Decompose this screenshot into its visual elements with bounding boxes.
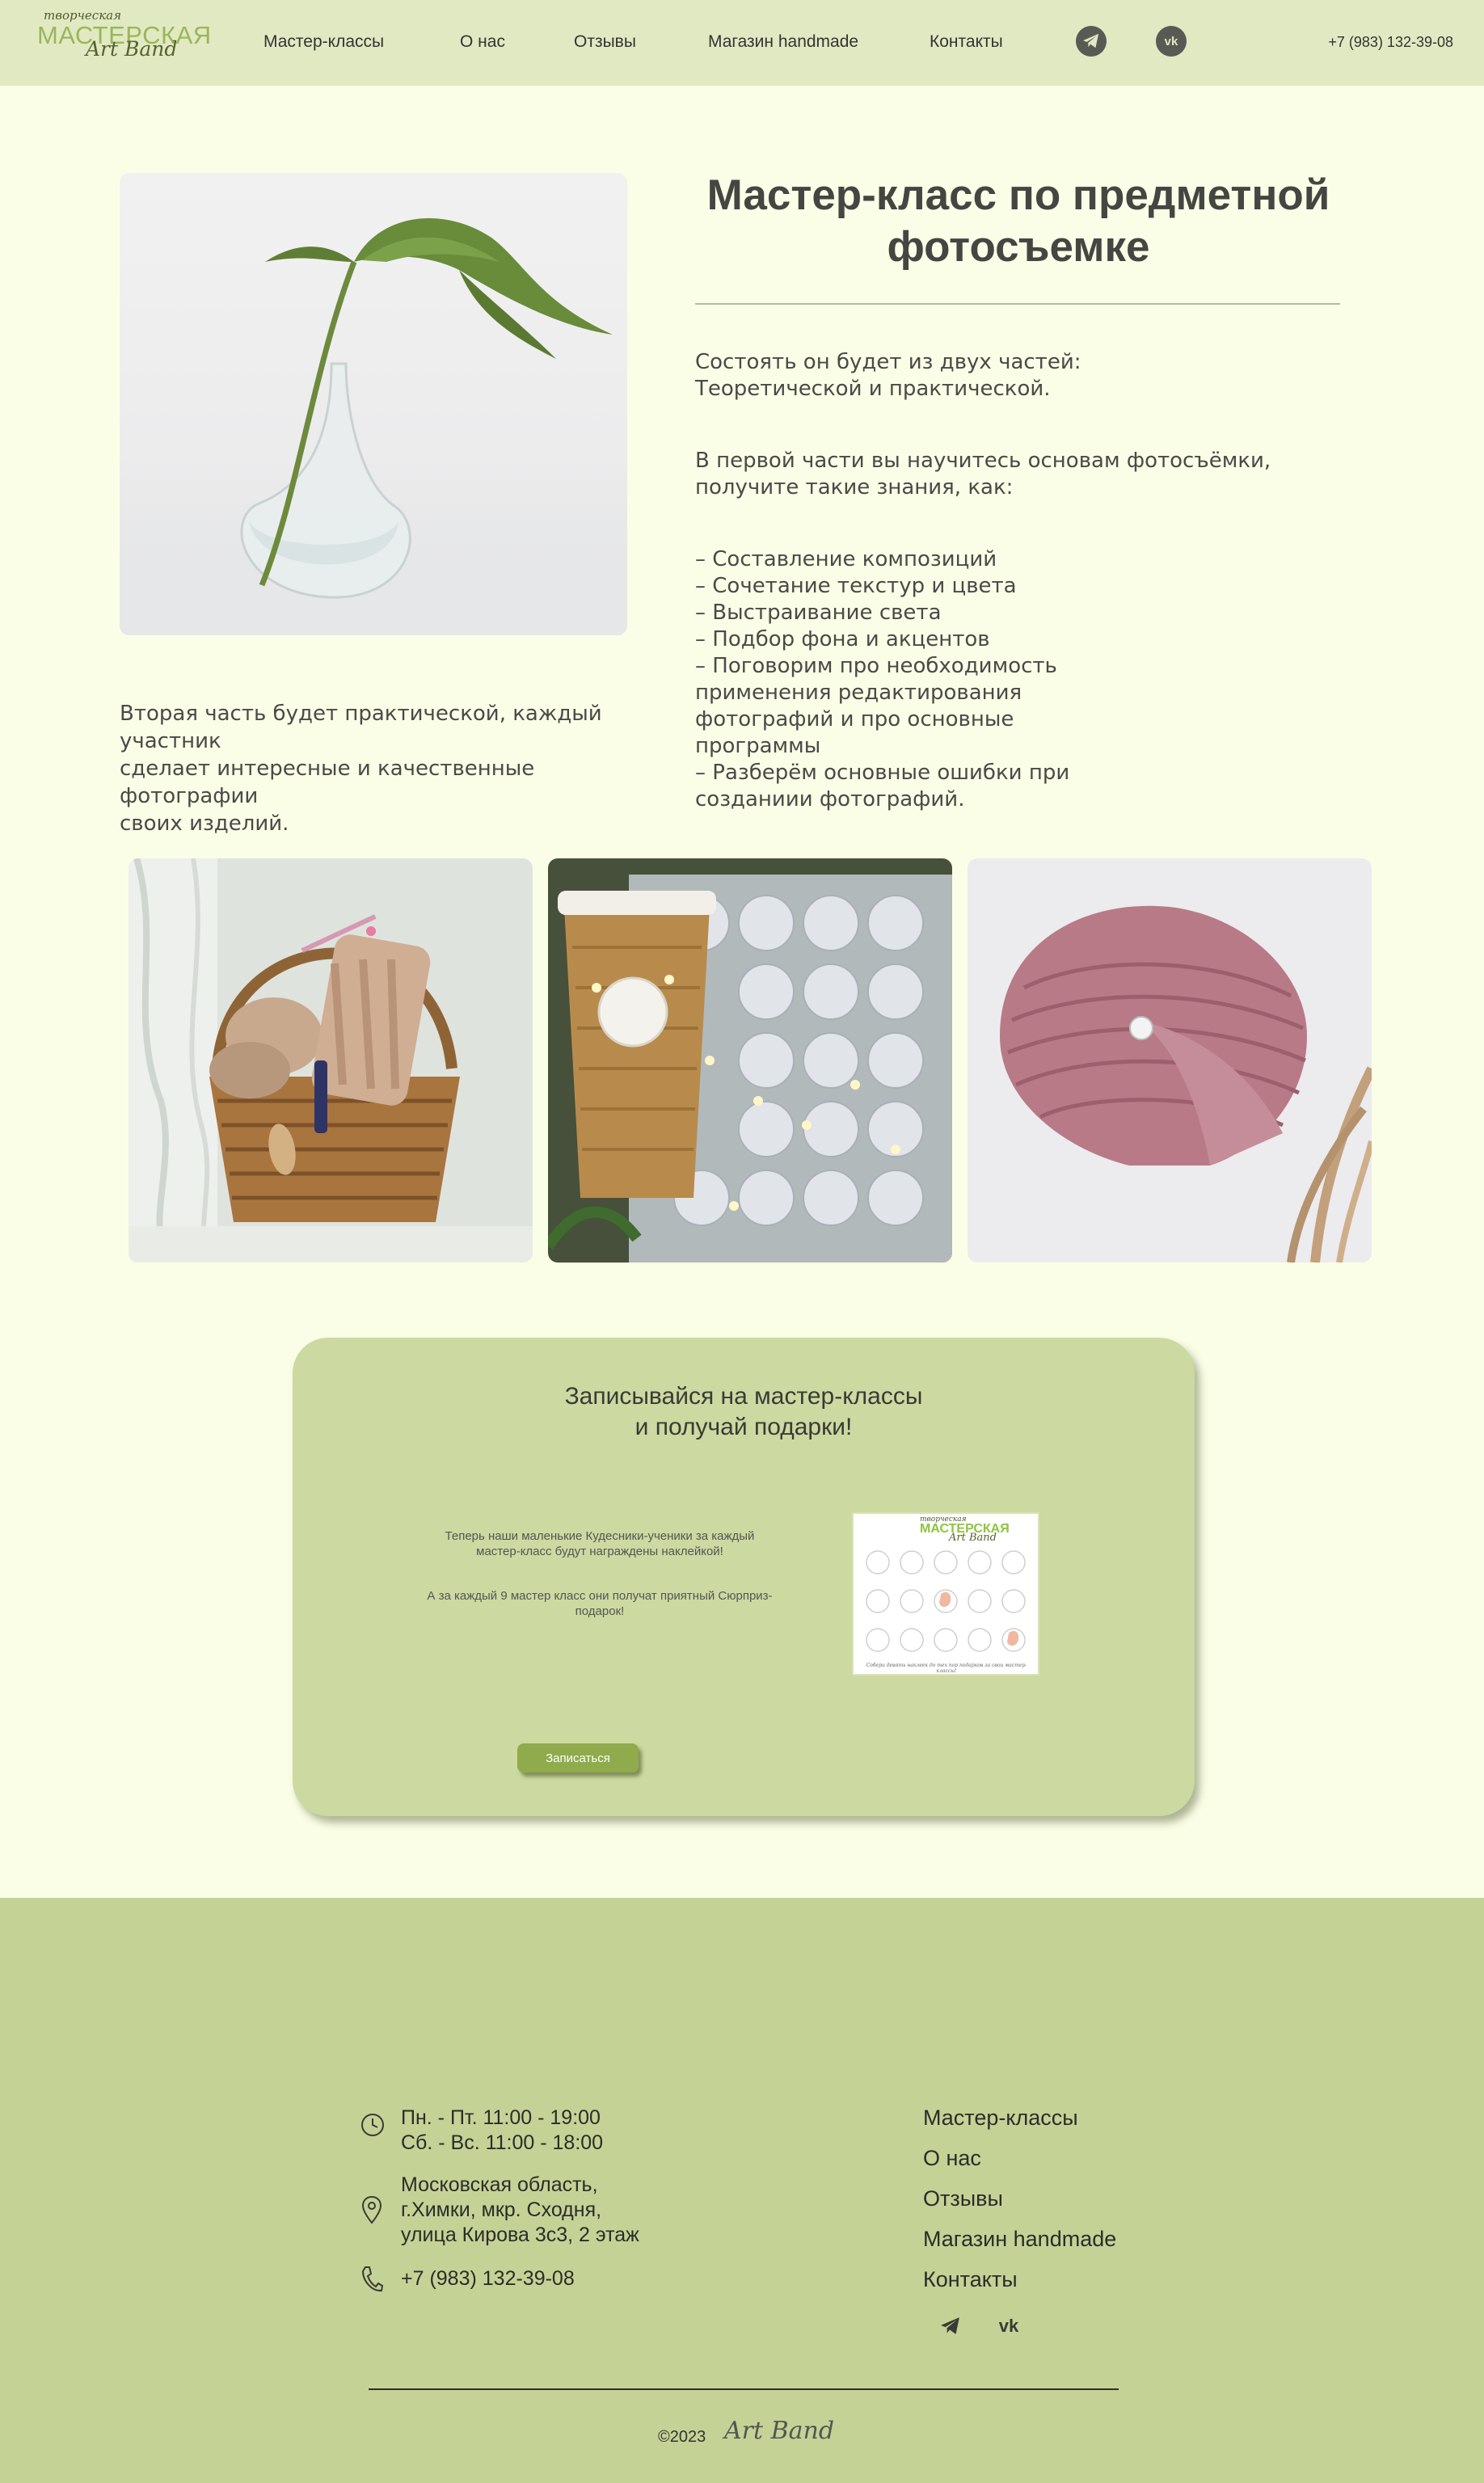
footer-address: Московская область, г.Химки, мкр. Сходня… [401, 2173, 639, 2248]
intro-line: Теоретической и практической. [695, 377, 1051, 401]
page-title: Мастер-класс по предметной фотосъемке [706, 171, 1330, 271]
nav-reviews[interactable]: Отзывы [574, 32, 636, 52]
practice-paragraph: Вторая часть будет практической, каждый … [120, 700, 669, 837]
promo-card: Записывайся на мастер-классы и получай п… [293, 1338, 1195, 1816]
promo-text-stickers: Теперь наши маленькие Кудесники-ученики … [445, 1529, 755, 1558]
footer-hours: Пн. - Пт. 11:00 - 19:00 Сб. - Вс. 11:00 … [401, 2106, 603, 2156]
practice-line: своих изделий. [120, 812, 289, 836]
hours-line: Пн. - Пт. 11:00 - 19:00 [401, 2106, 601, 2129]
address-line: улица Кирова 3с3, 2 этаж [401, 2224, 639, 2246]
nav-master-classes[interactable]: Мастер-классы [263, 32, 384, 52]
knitted-hat-photo [968, 858, 1372, 1263]
list-item: программы [695, 734, 821, 758]
sticker-card-image: творческая МАСТЕРСКАЯ Art Band Собери де… [852, 1512, 1039, 1676]
footer-link-reviews[interactable]: Отзывы [923, 2186, 1003, 2211]
footer-link-shop[interactable]: Магазин handmade [923, 2227, 1116, 2252]
signup-button[interactable]: Записаться [517, 1743, 639, 1773]
footer-divider [369, 2388, 1119, 2390]
promo-title: Записывайся на мастер-классы и получай п… [380, 1381, 1107, 1443]
list-item: применения редактирования [695, 681, 1022, 705]
clock-icon [360, 2113, 385, 2141]
site-header: творческая МАСТЕРСКАЯ Art Band Мастер-кл… [0, 0, 1484, 86]
list-item: – Подбор фона и акцентов [695, 627, 990, 651]
list-item: – Разберём основные ошибки при [695, 761, 1070, 785]
address-line: г.Химки, мкр. Сходня, [401, 2198, 602, 2221]
practice-line: Вторая часть будет практической, каждый [120, 702, 602, 726]
nav-shop[interactable]: Магазин handmade [708, 32, 858, 52]
sticker-logo-script: Art Band [949, 1532, 997, 1544]
list-item: – Сочетание текстур и цвета [695, 574, 1017, 598]
promo-title-line: и получай подарки! [634, 1414, 853, 1440]
address-line: Московская область, [401, 2173, 598, 2196]
nav-contacts[interactable]: Контакты [930, 32, 1003, 52]
theory-line: получите такие знания, как: [695, 475, 1014, 500]
list-item: – Поговорим про необходимость [695, 654, 1057, 678]
nav-about[interactable]: О нас [460, 32, 505, 52]
intro-paragraph: Состоять он будет из двух частей: Теорет… [695, 349, 1081, 403]
location-pin-icon [360, 2195, 383, 2228]
intro-line: Состоять он будет из двух частей: [695, 350, 1081, 374]
footer-link-about[interactable]: О нас [923, 2146, 981, 2171]
list-item: – Выстраивание света [695, 601, 942, 625]
site-footer [0, 1898, 1484, 2483]
title-divider [695, 303, 1340, 305]
practice-line: сделает интересные и качественные фотогр… [120, 757, 535, 808]
vase-plant-photo [120, 173, 627, 635]
telegram-icon[interactable] [1076, 26, 1107, 57]
sticker-caption: Собери девять наклеек до тех пор подарко… [866, 1663, 1027, 1674]
promo-title-line: Записывайся на мастер-классы [564, 1383, 923, 1410]
basket-yarn-photo [129, 858, 533, 1263]
footer-phone[interactable]: +7 (983) 132-39-08 [401, 2266, 575, 2291]
logo-script: Art Band [86, 37, 178, 61]
copyright: ©2023 [658, 2428, 706, 2446]
footer-brand-logo: Art Band [724, 2417, 835, 2445]
list-item: – Составление композиций [695, 547, 997, 571]
phone-icon [360, 2265, 384, 2298]
header-phone[interactable]: +7 (983) 132-39-08 [1328, 34, 1453, 51]
theory-line: В первой части вы научитесь основам фото… [695, 449, 1271, 473]
list-item: фотографий и про основные [695, 707, 1014, 731]
footer-link-contacts[interactable]: Контакты [923, 2267, 1018, 2292]
practice-line: участник [120, 729, 221, 753]
theory-paragraph: В первой части вы научитесь основам фото… [695, 448, 1271, 501]
topics-list: – Составление композиций – Сочетание тек… [695, 546, 1069, 813]
coffee-stickers-photo [548, 858, 952, 1263]
vk-icon[interactable]: vk [1156, 26, 1187, 57]
list-item: созданиии фотографий. [695, 787, 965, 812]
promo-text-gift: А за каждый 9 мастер класс они получат п… [427, 1589, 773, 1618]
hours-line: Сб. - Вс. 11:00 - 18:00 [401, 2131, 604, 2154]
footer-link-master-classes[interactable]: Мастер-классы [923, 2106, 1078, 2131]
vk-icon[interactable]: vk [993, 2310, 1025, 2342]
brand-logo[interactable]: творческая МАСТЕРСКАЯ Art Band [37, 8, 211, 66]
telegram-icon[interactable] [934, 2310, 967, 2342]
